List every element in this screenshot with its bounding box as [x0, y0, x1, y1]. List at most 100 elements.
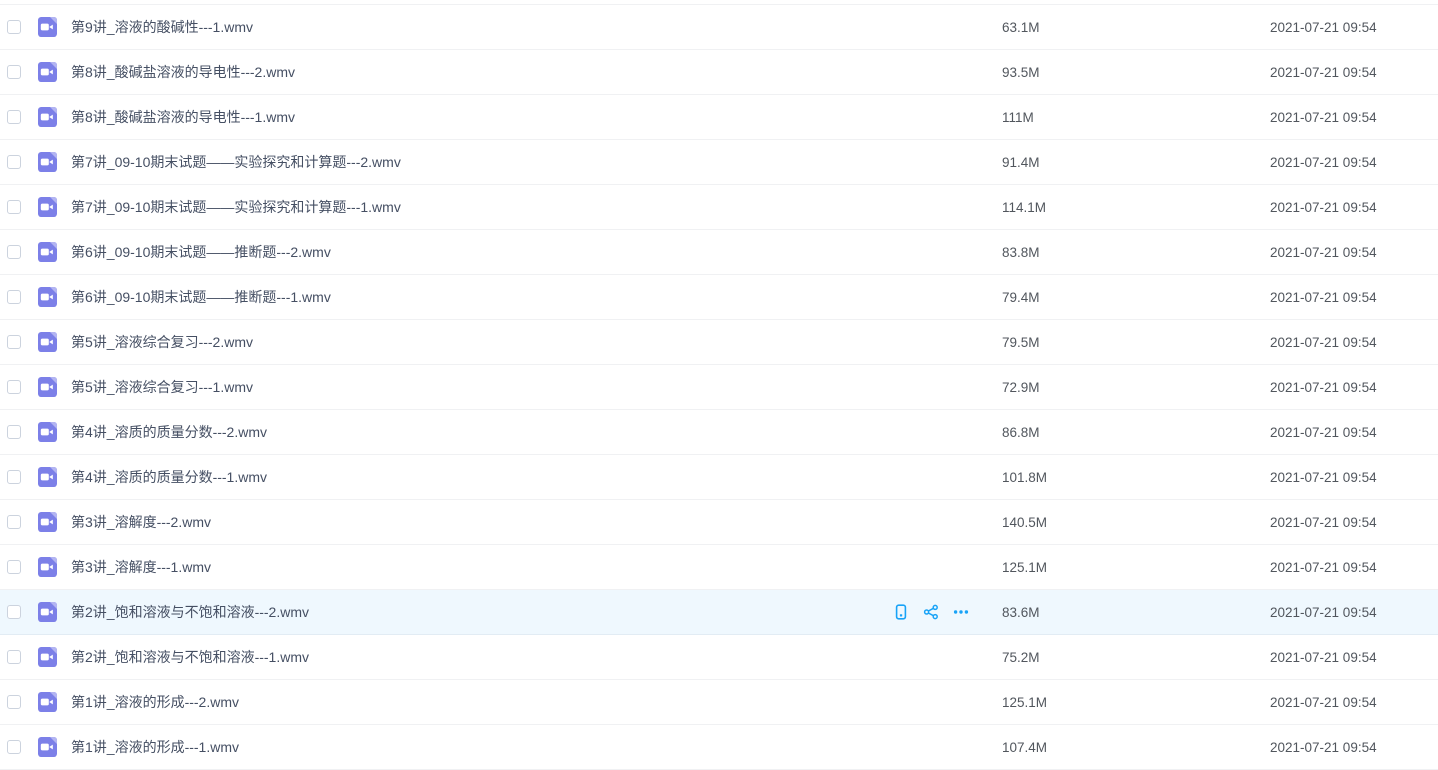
- file-size: 83.8M: [1002, 230, 1040, 274]
- row-checkbox[interactable]: [7, 560, 21, 574]
- row-checkbox[interactable]: [7, 380, 21, 394]
- row-checkbox[interactable]: [7, 605, 21, 619]
- video-file-icon: [36, 691, 58, 713]
- video-file-icon: [36, 241, 58, 263]
- row-checkbox[interactable]: [7, 650, 21, 664]
- table-row[interactable]: 第7讲_09-10期末试题——实验探究和计算题---2.wmv 91.4M 20…: [0, 140, 1438, 185]
- file-size: 75.2M: [1002, 635, 1040, 679]
- table-row[interactable]: 第6讲_09-10期末试题——推断题---2.wmv 83.8M 2021-07…: [0, 230, 1438, 275]
- send-to-phone-icon: [893, 604, 909, 620]
- row-checkbox[interactable]: [7, 425, 21, 439]
- file-name[interactable]: 第3讲_溶解度---2.wmv: [71, 512, 211, 532]
- row-checkbox[interactable]: [7, 695, 21, 709]
- file-date: 2021-07-21 09:54: [1270, 545, 1377, 589]
- file-date: 2021-07-21 09:54: [1270, 50, 1377, 94]
- file-size: 114.1M: [1002, 185, 1046, 229]
- file-date: 2021-07-21 09:54: [1270, 365, 1377, 409]
- file-name[interactable]: 第1讲_溶液的形成---2.wmv: [71, 692, 239, 712]
- file-size: 125.1M: [1002, 680, 1047, 724]
- row-checkbox[interactable]: [7, 515, 21, 529]
- table-row[interactable]: 第6讲_09-10期末试题——推断题---1.wmv 79.4M 2021-07…: [0, 275, 1438, 320]
- file-size: 107.4M: [1002, 725, 1047, 769]
- video-file-icon: [36, 106, 58, 128]
- row-checkbox[interactable]: [7, 470, 21, 484]
- table-row[interactable]: 第9讲_溶液的酸碱性---1.wmv 63.1M 2021-07-21 09:5…: [0, 5, 1438, 50]
- video-file-icon: [36, 421, 58, 443]
- file-name[interactable]: 第5讲_溶液综合复习---2.wmv: [71, 332, 253, 352]
- table-row[interactable]: 第5讲_溶液综合复习---1.wmv 72.9M 2021-07-21 09:5…: [0, 365, 1438, 410]
- file-name[interactable]: 第5讲_溶液综合复习---1.wmv: [71, 377, 253, 397]
- file-name[interactable]: 第3讲_溶解度---1.wmv: [71, 557, 211, 577]
- row-checkbox[interactable]: [7, 20, 21, 34]
- file-size: 72.9M: [1002, 365, 1040, 409]
- table-row[interactable]: 第5讲_溶液综合复习---2.wmv 79.5M 2021-07-21 09:5…: [0, 320, 1438, 365]
- video-file-icon: [36, 511, 58, 533]
- video-file-icon: [36, 646, 58, 668]
- file-name[interactable]: 第1讲_溶液的形成---1.wmv: [71, 737, 239, 757]
- row-checkbox[interactable]: [7, 155, 21, 169]
- file-size: 79.5M: [1002, 320, 1040, 364]
- file-name[interactable]: 第7讲_09-10期末试题——实验探究和计算题---2.wmv: [71, 152, 401, 172]
- row-actions: [893, 590, 969, 634]
- table-row[interactable]: 第4讲_溶质的质量分数---1.wmv 101.8M 2021-07-21 09…: [0, 455, 1438, 500]
- file-size: 140.5M: [1002, 500, 1047, 544]
- video-file-icon: [36, 151, 58, 173]
- file-name[interactable]: 第9讲_溶液的酸碱性---1.wmv: [71, 17, 253, 37]
- file-size: 86.8M: [1002, 410, 1040, 454]
- table-row[interactable]: 第2讲_饱和溶液与不饱和溶液---1.wmv 75.2M 2021-07-21 …: [0, 635, 1438, 680]
- file-size: 63.1M: [1002, 5, 1040, 49]
- file-size: 79.4M: [1002, 275, 1040, 319]
- video-file-icon: [36, 466, 58, 488]
- row-checkbox[interactable]: [7, 65, 21, 79]
- file-date: 2021-07-21 09:54: [1270, 320, 1377, 364]
- row-checkbox[interactable]: [7, 110, 21, 124]
- video-file-icon: [36, 736, 58, 758]
- file-date: 2021-07-21 09:54: [1270, 230, 1377, 274]
- file-size: 91.4M: [1002, 140, 1040, 184]
- row-checkbox[interactable]: [7, 290, 21, 304]
- file-name[interactable]: 第7讲_09-10期末试题——实验探究和计算题---1.wmv: [71, 197, 401, 217]
- table-row[interactable]: 第4讲_溶质的质量分数---2.wmv 86.8M 2021-07-21 09:…: [0, 410, 1438, 455]
- file-name[interactable]: 第8讲_酸碱盐溶液的导电性---1.wmv: [71, 107, 295, 127]
- share-icon: [923, 604, 939, 620]
- file-date: 2021-07-21 09:54: [1270, 410, 1377, 454]
- row-checkbox[interactable]: [7, 740, 21, 754]
- table-row[interactable]: 第1讲_溶液的形成---1.wmv 107.4M 2021-07-21 09:5…: [0, 725, 1438, 770]
- more-actions-button[interactable]: [953, 604, 969, 620]
- file-name[interactable]: 第2讲_饱和溶液与不饱和溶液---2.wmv: [71, 602, 309, 622]
- file-date: 2021-07-21 09:54: [1270, 140, 1377, 184]
- file-size: 83.6M: [1002, 590, 1040, 634]
- file-name[interactable]: 第6讲_09-10期末试题——推断题---1.wmv: [71, 287, 331, 307]
- file-date: 2021-07-21 09:54: [1270, 5, 1377, 49]
- file-date: 2021-07-21 09:54: [1270, 185, 1377, 229]
- file-name[interactable]: 第6讲_09-10期末试题——推断题---2.wmv: [71, 242, 331, 262]
- file-date: 2021-07-21 09:54: [1270, 635, 1377, 679]
- share-button[interactable]: [923, 604, 939, 620]
- file-date: 2021-07-21 09:54: [1270, 455, 1377, 499]
- row-checkbox[interactable]: [7, 245, 21, 259]
- file-name[interactable]: 第4讲_溶质的质量分数---2.wmv: [71, 422, 267, 442]
- table-row[interactable]: 第1讲_溶液的形成---2.wmv 125.1M 2021-07-21 09:5…: [0, 680, 1438, 725]
- file-name[interactable]: 第8讲_酸碱盐溶液的导电性---2.wmv: [71, 62, 295, 82]
- table-row[interactable]: 第3讲_溶解度---1.wmv 125.1M 2021-07-21 09:54: [0, 545, 1438, 590]
- file-date: 2021-07-21 09:54: [1270, 590, 1377, 634]
- file-size: 101.8M: [1002, 455, 1047, 499]
- file-name[interactable]: 第2讲_饱和溶液与不饱和溶液---1.wmv: [71, 647, 309, 667]
- table-row[interactable]: 第8讲_酸碱盐溶液的导电性---1.wmv 111M 2021-07-21 09…: [0, 95, 1438, 140]
- table-row[interactable]: 第7讲_09-10期末试题——实验探究和计算题---1.wmv 114.1M 2…: [0, 185, 1438, 230]
- video-file-icon: [36, 196, 58, 218]
- row-checkbox[interactable]: [7, 200, 21, 214]
- more-actions-icon: [953, 604, 969, 620]
- video-file-icon: [36, 556, 58, 578]
- video-file-icon: [36, 601, 58, 623]
- file-date: 2021-07-21 09:54: [1270, 500, 1377, 544]
- file-date: 2021-07-21 09:54: [1270, 95, 1377, 139]
- table-row[interactable]: 第3讲_溶解度---2.wmv 140.5M 2021-07-21 09:54: [0, 500, 1438, 545]
- file-name[interactable]: 第4讲_溶质的质量分数---1.wmv: [71, 467, 267, 487]
- row-checkbox[interactable]: [7, 335, 21, 349]
- send-to-phone-button[interactable]: [893, 604, 909, 620]
- table-row[interactable]: 第2讲_饱和溶液与不饱和溶液---2.wmv: [0, 590, 1438, 635]
- video-file-icon: [36, 61, 58, 83]
- file-list: 第9讲_溶液的酸碱性---1.wmv 63.1M 2021-07-21 09:5…: [0, 4, 1438, 770]
- table-row[interactable]: 第8讲_酸碱盐溶液的导电性---2.wmv 93.5M 2021-07-21 0…: [0, 50, 1438, 95]
